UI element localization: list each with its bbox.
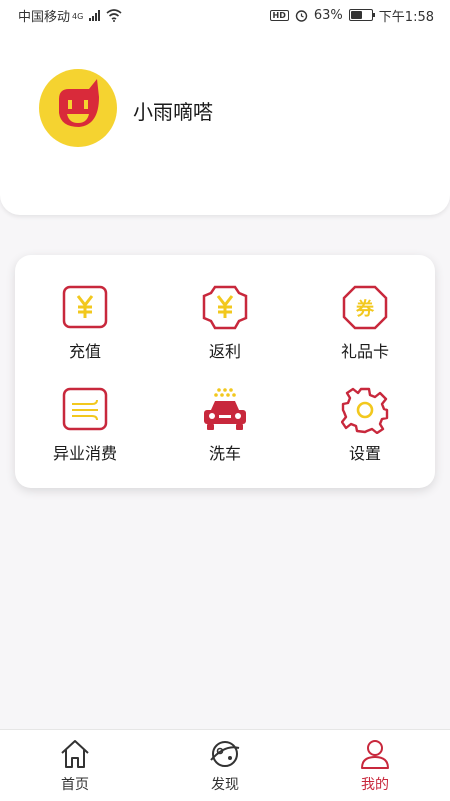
menu-label: 返利 — [208, 342, 241, 361]
wind-card-icon — [62, 387, 108, 431]
status-time: 下午1:58 — [378, 9, 434, 25]
menu-item-settings[interactable]: 设置 — [295, 386, 435, 486]
menu-item-car-wash[interactable]: 洗车 — [155, 386, 295, 486]
user-icon — [361, 740, 389, 769]
planet-icon — [210, 741, 240, 767]
status-bar: 中国移动 4G HD 63% 下午1:58 — [0, 0, 450, 30]
battery-icon — [348, 9, 375, 21]
alarm-icon — [295, 9, 308, 22]
svg-text:券: 券 — [355, 298, 375, 320]
menu-label: 洗车 — [208, 444, 241, 463]
gear-icon — [341, 387, 389, 434]
tab-home[interactable]: 首页 — [15, 730, 135, 794]
signal-icon — [89, 9, 101, 21]
car-wash-icon — [204, 388, 246, 430]
wifi-icon — [106, 8, 122, 22]
tab-discover[interactable]: 发现 — [165, 730, 285, 794]
tab-mine[interactable]: 我的 — [315, 730, 435, 794]
home-icon — [61, 740, 89, 768]
tab-label: 首页 — [61, 777, 89, 793]
network-type: 4G — [72, 11, 84, 21]
menu-label: 设置 — [348, 444, 381, 463]
tab-label: 发现 — [211, 777, 239, 793]
coupon-icon: 券 — [342, 285, 388, 330]
bottom-tab-bar: 首页 发现 我的 — [0, 729, 450, 801]
yuan-square-icon — [62, 285, 108, 329]
menu-item-crossover-consumption[interactable]: 异业消费 — [15, 386, 155, 486]
menu-item-recharge[interactable]: 充值 — [15, 284, 155, 384]
mascot-icon — [59, 79, 99, 127]
menu-item-gift-card[interactable]: 券 礼品卡 — [295, 284, 435, 384]
carrier-name: 中国移动 — [18, 9, 71, 25]
profile-card: 小雨嘀嗒 — [0, 0, 450, 215]
username[interactable]: 小雨嘀嗒 — [133, 96, 213, 125]
hd-badge: HD — [269, 9, 289, 21]
tab-label: 我的 — [361, 777, 389, 793]
battery-percent: 63% — [313, 7, 343, 23]
avatar[interactable] — [39, 69, 117, 147]
menu-item-rebate[interactable]: 返利 — [155, 284, 295, 384]
menu-label: 充值 — [68, 342, 101, 361]
menu-label: 礼品卡 — [340, 342, 389, 361]
yuan-badge-icon — [202, 285, 248, 330]
menu-card: 充值 返利 券 礼品卡 异业消费 洗车 设置 — [15, 255, 435, 488]
menu-label: 异业消费 — [52, 444, 117, 463]
